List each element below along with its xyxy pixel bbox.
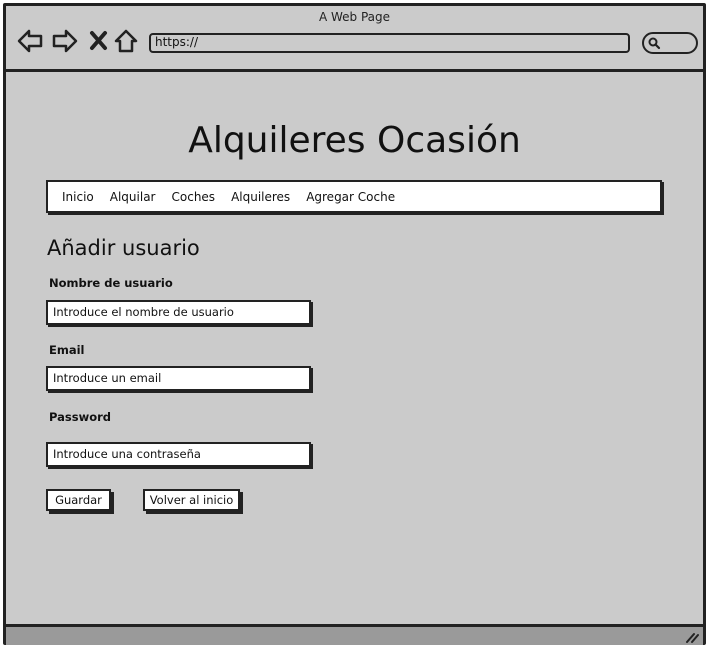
- email-input[interactable]: Introduce un email: [46, 366, 311, 391]
- username-input[interactable]: Introduce el nombre de usuario: [46, 300, 311, 325]
- menu-item-alquilar[interactable]: Alquilar: [110, 190, 156, 204]
- password-label: Password: [49, 410, 111, 424]
- resize-grip-icon[interactable]: [685, 631, 699, 643]
- save-button[interactable]: Guardar: [46, 489, 111, 511]
- section-title: Añadir usuario: [47, 236, 200, 260]
- search-button[interactable]: [642, 32, 698, 54]
- back-home-button[interactable]: Volver al inicio: [143, 489, 240, 511]
- status-bar: [6, 624, 703, 645]
- window-title: A Web Page: [318, 10, 391, 24]
- search-icon: [648, 37, 661, 50]
- page-title: Alquileres Ocasión: [188, 120, 521, 161]
- navigation-menu: Inicio Alquilar Coches Alquileres Agrega…: [46, 180, 662, 213]
- menu-item-alquileres[interactable]: Alquileres: [231, 190, 290, 204]
- menu-item-coches[interactable]: Coches: [172, 190, 216, 204]
- browser-window: A Web Page https:// Alquileres Ocasión I…: [3, 3, 706, 645]
- browser-toolbar: A Web Page https://: [6, 6, 703, 72]
- password-input[interactable]: Introduce una contraseña: [46, 442, 311, 467]
- home-icon[interactable]: [111, 26, 141, 56]
- email-label: Email: [49, 343, 85, 357]
- forward-arrow-icon[interactable]: [50, 26, 80, 56]
- username-label: Nombre de usuario: [49, 276, 173, 290]
- menu-item-inicio[interactable]: Inicio: [62, 190, 94, 204]
- menu-item-agregar-coche[interactable]: Agregar Coche: [306, 190, 395, 204]
- back-arrow-icon[interactable]: [15, 26, 45, 56]
- page-content: Alquileres Ocasión Inicio Alquilar Coche…: [6, 72, 703, 624]
- address-bar[interactable]: https://: [149, 33, 630, 53]
- stop-close-icon[interactable]: [84, 26, 114, 56]
